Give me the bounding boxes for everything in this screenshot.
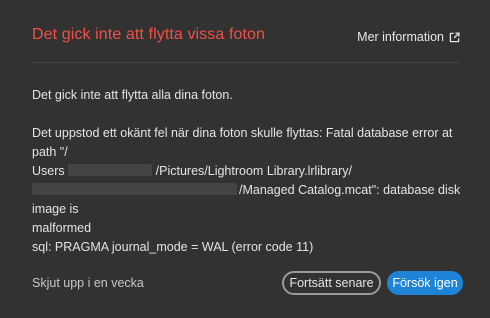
error-detail-line4: malformed [32, 221, 92, 235]
dialog-header: Det gick inte att flytta vissa foton Mer… [32, 0, 460, 63]
error-detail: Det uppstod ett okänt fel när dina foton… [32, 124, 462, 257]
redacted-username [67, 164, 152, 176]
error-dialog: Det gick inte att flytta vissa foton Mer… [0, 0, 490, 318]
more-information-label: Mer information [357, 30, 444, 44]
continue-later-button[interactable]: Fortsätt senare [282, 271, 381, 295]
error-path-users: Users [32, 164, 65, 178]
error-detail-line1: Det uppstod ett okänt fel när dina foton… [32, 126, 453, 159]
redacted-path [32, 183, 237, 195]
error-path-library: /Pictures/Lightroom Library.lrlibrary/ [155, 164, 353, 178]
summary-text: Det gick inte att flytta alla dina foton… [32, 88, 233, 102]
dialog-title: Det gick inte att flytta vissa foton [32, 26, 266, 43]
dialog-body: Det gick inte att flytta alla dina foton… [32, 86, 462, 257]
snooze-week-link[interactable]: Skjut upp i en vecka [32, 276, 144, 290]
error-sql-line: sql: PRAGMA journal_mode = WAL (error co… [32, 240, 314, 254]
retry-button[interactable]: Försök igen [387, 271, 463, 295]
more-information-link[interactable]: Mer information [357, 30, 460, 44]
external-link-icon [449, 31, 460, 42]
